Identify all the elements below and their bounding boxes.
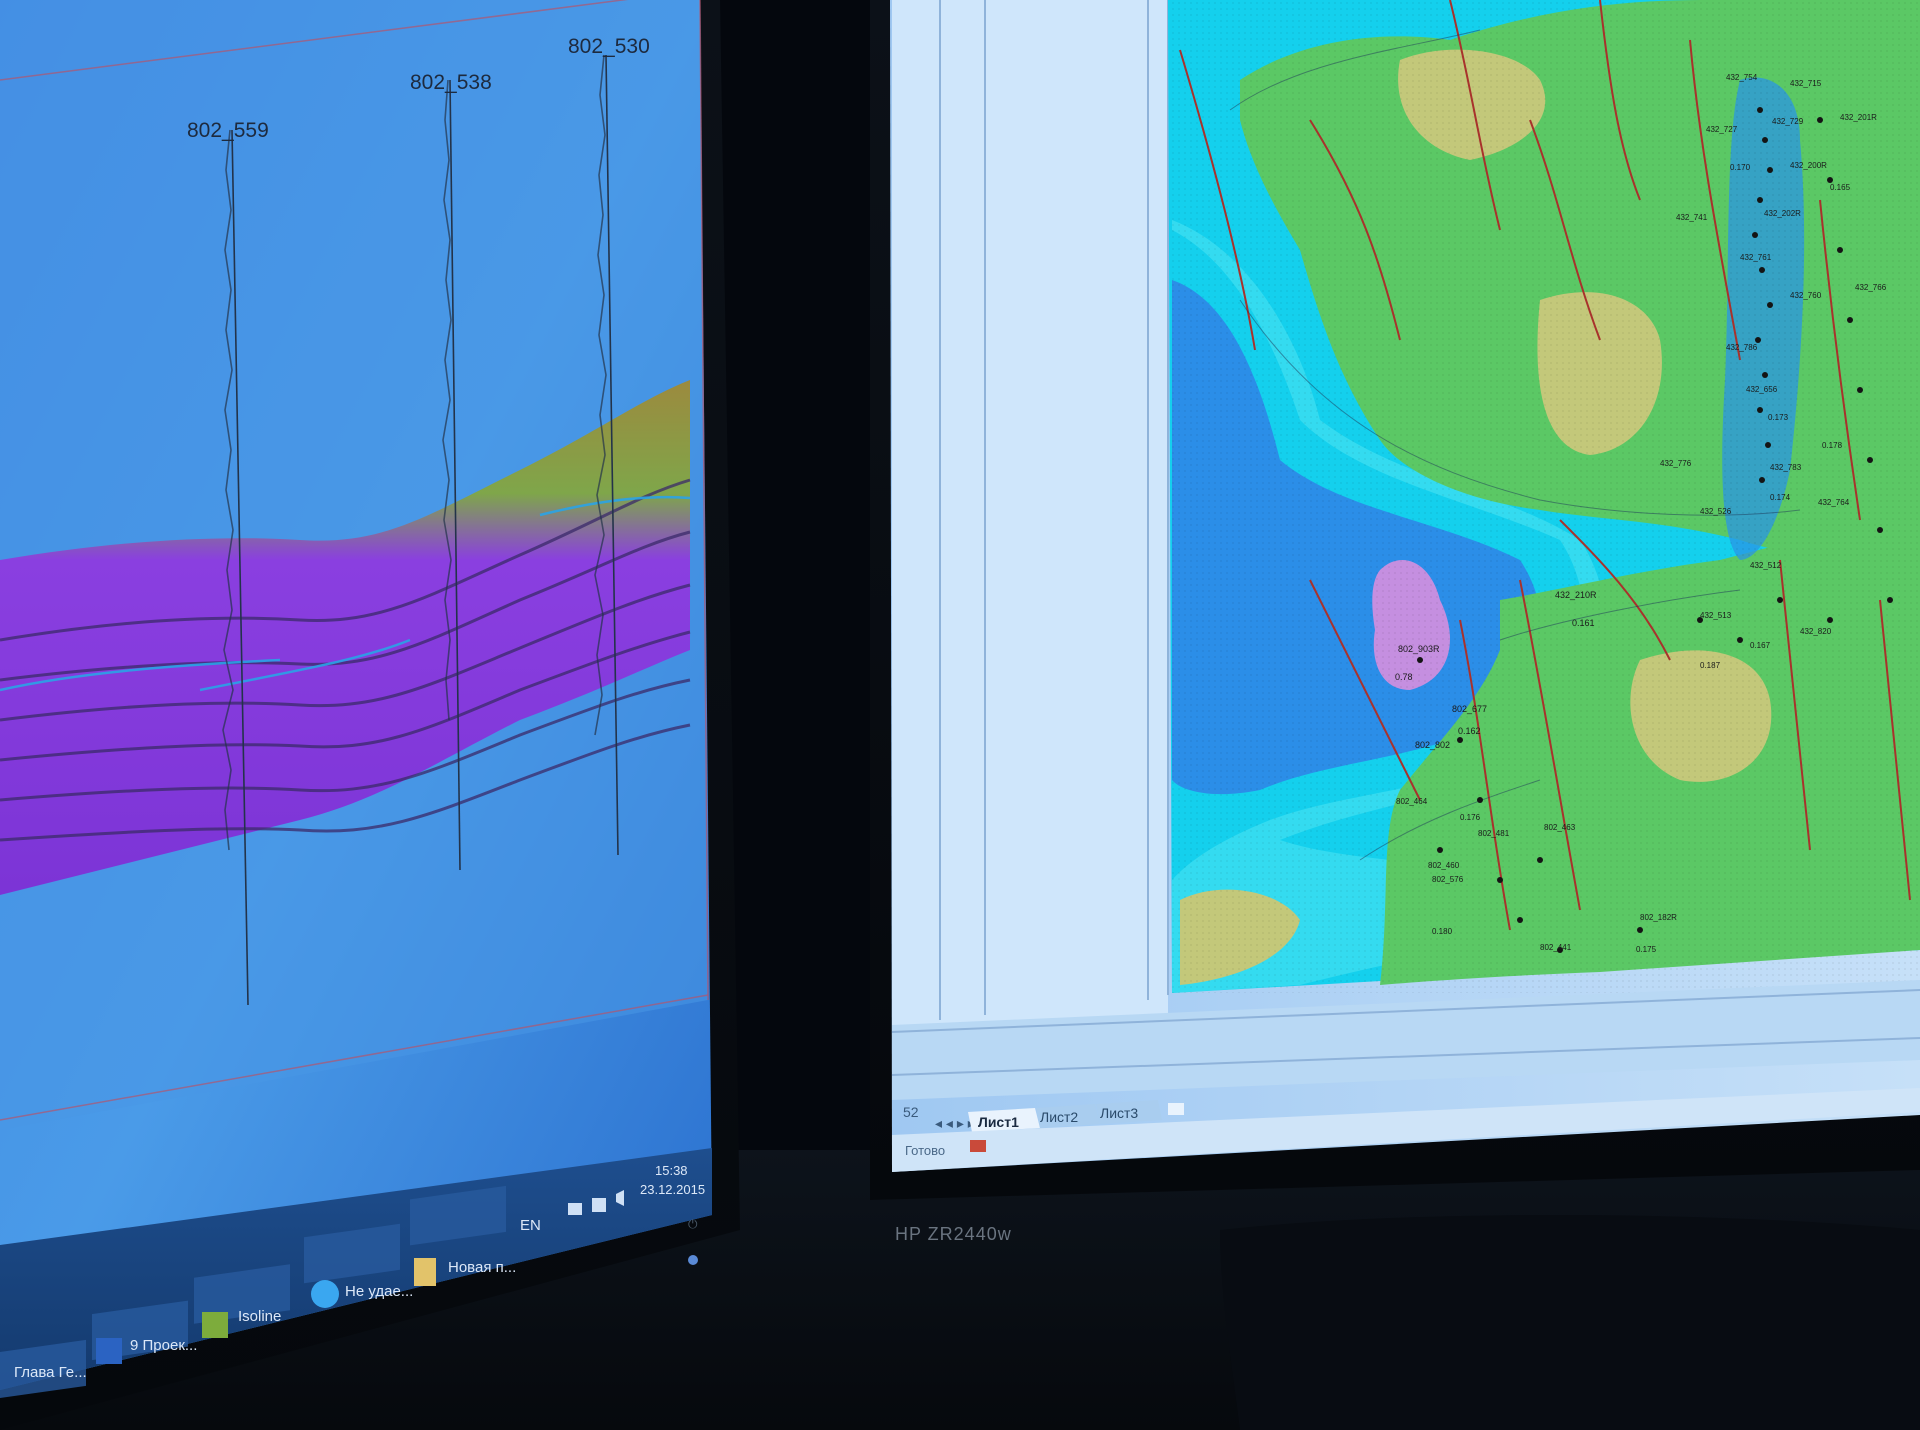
svg-text:802_463: 802_463 [1544,823,1576,832]
svg-text:432_741: 432_741 [1676,213,1708,222]
network-icon[interactable] [592,1198,606,1212]
svg-text:802_441: 802_441 [1540,943,1572,952]
insert-sheet-icon[interactable] [1168,1103,1184,1115]
svg-text:0.170: 0.170 [1730,163,1751,172]
svg-text:802_576: 802_576 [1432,875,1464,884]
svg-text:432_526: 432_526 [1700,507,1732,516]
svg-text:432_715: 432_715 [1790,79,1822,88]
svg-text:0.174: 0.174 [1770,493,1791,502]
svg-text:0.187: 0.187 [1700,661,1721,670]
svg-text:0.173: 0.173 [1768,413,1789,422]
svg-text:0.175: 0.175 [1636,945,1657,954]
svg-text:Isoline: Isoline [238,1308,281,1325]
svg-text:802_481: 802_481 [1478,829,1510,838]
svg-text:0.165: 0.165 [1830,183,1851,192]
svg-text:432_760: 432_760 [1790,291,1822,300]
lake-well-label: 802_903R [1398,644,1440,654]
monitor-brand: HP ZR2440w [895,1224,1012,1244]
sheet-tab-1[interactable]: Лист1 [968,1108,1040,1132]
svg-text:Лист1: Лист1 [978,1114,1019,1130]
mid-well-label: 432_210R [1555,590,1597,600]
svg-text:432_764: 432_764 [1818,498,1850,507]
svg-text:432_754: 432_754 [1726,73,1758,82]
power-led-icon [688,1255,698,1265]
svg-text:802_464: 802_464 [1396,797,1428,806]
svg-text:432_786: 432_786 [1726,343,1758,352]
svg-text:Лист2: Лист2 [1040,1109,1078,1125]
svg-text:432_656: 432_656 [1746,385,1778,394]
tray-date: 23.12.2015 [640,1182,705,1197]
mid-value-label: 0.161 [1572,618,1595,628]
svg-text:Новая п...: Новая п... [448,1259,516,1276]
status-text: Готово [905,1143,945,1158]
left-monitor: 802_559 802_538 802_530 Глава Ге... 9 Пр… [0,0,740,1430]
lake-value-label: 0.78 [1395,672,1413,682]
svg-text:432_513: 432_513 [1700,611,1732,620]
well-label-2: 802_538 [410,71,492,94]
folder-icon [414,1258,436,1286]
row-number: 52 [903,1104,919,1120]
svg-text:0.178: 0.178 [1822,441,1843,450]
photo-svg: 802_559 802_538 802_530 Глава Ге... 9 Пр… [0,0,1920,1430]
desk-object [1220,1215,1920,1430]
svg-text:432_820: 432_820 [1800,627,1832,636]
tray-time: 15:38 [655,1163,688,1178]
svg-text:432_766: 432_766 [1855,283,1887,292]
well-label-1: 802_559 [187,119,269,142]
svg-text:802_460: 802_460 [1428,861,1460,870]
svg-text:0.180: 0.180 [1432,927,1453,936]
svg-text:Лист3: Лист3 [1100,1105,1138,1121]
flag-icon[interactable] [568,1203,582,1215]
svg-text:432_783: 432_783 [1770,463,1802,472]
well-label-3: 802_530 [568,35,650,58]
power-button[interactable]: ⏻ [688,1217,698,1231]
svg-text:432_729: 432_729 [1772,117,1804,126]
ie-icon [311,1280,339,1308]
svg-text:Глава Ге...: Глава Ге... [14,1364,87,1381]
svg-text:0.176: 0.176 [1460,813,1481,822]
svg-text:802_182R: 802_182R [1640,913,1677,922]
svg-text:432_200R: 432_200R [1790,161,1827,170]
south-well-label: 802_677 [1452,704,1487,714]
west-well-label: 802_802 [1415,740,1450,750]
svg-text:432_776: 432_776 [1660,459,1692,468]
svg-text:0.167: 0.167 [1750,641,1771,650]
photo-scene: 802_559 802_538 802_530 Глава Ге... 9 Пр… [0,0,1920,1430]
svg-text:432_761: 432_761 [1740,253,1772,262]
south-value-label: 0.162 [1458,726,1481,736]
word-icon [96,1338,122,1364]
svg-text:9 Проек...: 9 Проек... [130,1337,197,1354]
tray-language[interactable]: EN [520,1217,541,1234]
spreadsheet-left-pane [892,0,1168,1025]
sheet-nav-arrows-icon[interactable]: ◂ ◂ ▸ ▸ [935,1115,975,1131]
svg-text:432_727: 432_727 [1706,125,1738,134]
svg-text:432_201R: 432_201R [1840,113,1877,122]
svg-text:432_512: 432_512 [1750,561,1782,570]
svg-text:432_202R: 432_202R [1764,209,1801,218]
contour-map: 802_903R 0.78 802_677 0.162 802_802 432_… [1168,0,1920,993]
macro-record-icon[interactable] [970,1140,986,1152]
sheet-tab-2[interactable]: Лист2 [1036,1104,1100,1128]
svg-text:Не удае...: Не удае... [345,1283,413,1300]
sheet-tab-3[interactable]: Лист3 [1096,1100,1162,1124]
isoline-icon [202,1312,228,1338]
right-monitor: 802_903R 0.78 802_677 0.162 802_802 432_… [870,0,1920,1244]
